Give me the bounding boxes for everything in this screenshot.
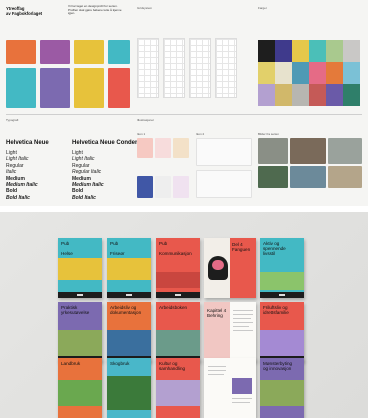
colour-swatch bbox=[292, 62, 309, 84]
book-title: Landbruk bbox=[61, 361, 81, 366]
spread-title: Del 4 Fanguen bbox=[232, 242, 251, 252]
colour-swatch bbox=[309, 40, 326, 62]
book-cover: Kultur og samhandling bbox=[156, 358, 200, 418]
book-cover: Arbeidsliv og dokumentasjon bbox=[107, 302, 151, 362]
mini-cover bbox=[40, 68, 70, 108]
mini-cover bbox=[74, 68, 104, 108]
board-title: Ytreoffag av Fagbokforlaget bbox=[6, 6, 43, 16]
colour-swatch bbox=[309, 62, 326, 84]
book-cover: Pub Kommunikasjon bbox=[156, 238, 200, 298]
colour-swatch bbox=[326, 62, 343, 84]
line-illustration bbox=[196, 170, 252, 198]
mini-cover bbox=[40, 40, 70, 64]
colour-swatch bbox=[343, 84, 360, 106]
book-title: Arbeidsboken bbox=[159, 305, 188, 310]
photo bbox=[328, 166, 362, 188]
spread-title: Kapittel 4 Behring bbox=[207, 308, 227, 318]
colour-label: Farger bbox=[258, 6, 267, 10]
typography-label: Typografi bbox=[6, 118, 19, 122]
colour-swatch bbox=[292, 84, 309, 106]
colour-swatch bbox=[258, 62, 275, 84]
colour-swatch bbox=[258, 40, 275, 62]
illustration-card bbox=[155, 176, 171, 198]
mini-cover bbox=[108, 40, 130, 64]
book-title: Mønsterbyting og innovasjon bbox=[263, 361, 293, 371]
book-cover: Aktiv og spennende livsstil bbox=[260, 238, 304, 298]
grid-sheet bbox=[215, 38, 237, 98]
illustration-label: Illustrasjoner bbox=[137, 118, 155, 122]
mini-cover bbox=[108, 68, 130, 108]
font-weight-sample: Bold Italic bbox=[72, 194, 96, 201]
font-a-name: Helvetica Neue bbox=[6, 140, 49, 146]
photo bbox=[258, 166, 288, 188]
grid-sheet bbox=[189, 38, 211, 98]
icon-1-label: Ikon 1 bbox=[137, 132, 146, 136]
photo bbox=[258, 138, 288, 164]
font-weight-sample: Bold Italic bbox=[6, 194, 30, 201]
colour-palette bbox=[258, 40, 362, 108]
photo bbox=[290, 166, 326, 188]
book-cover: Pub Friseør bbox=[107, 238, 151, 298]
grid-sheet bbox=[163, 38, 185, 98]
illustration-card bbox=[173, 176, 189, 198]
book-title: Arbeidsliv og dokumentasjon bbox=[110, 305, 142, 315]
book-cover: Praktisk yrkesutøvelse bbox=[58, 302, 102, 362]
book-title: Aktiv og spennende livsstil bbox=[263, 241, 286, 256]
book-title: Friluftsliv og idrettsfamilie bbox=[263, 305, 289, 315]
book-spread bbox=[204, 358, 256, 418]
illustration-card bbox=[155, 138, 171, 158]
colour-swatch bbox=[343, 62, 360, 84]
book-cover: Pub Helse bbox=[58, 238, 102, 298]
design-board: Ytreoffag av Fagbokforlaget Vi har laget… bbox=[0, 0, 368, 206]
illustration-card bbox=[173, 138, 189, 158]
book-title: Skogbruk bbox=[110, 361, 130, 366]
line-illustration bbox=[196, 138, 252, 166]
colour-swatch bbox=[343, 40, 360, 62]
illustration-card bbox=[137, 138, 153, 158]
mini-cover bbox=[6, 40, 36, 64]
book-cover: Landbruk bbox=[58, 358, 102, 418]
book-mockup-area: Pub Helse Pub Friseør Pub Kommunikasjon … bbox=[0, 212, 368, 418]
grid-sheet bbox=[137, 38, 159, 98]
colour-swatch bbox=[275, 84, 292, 106]
photo-label: Bilder fra serien bbox=[258, 132, 280, 136]
book-spread: Kapittel 4 Behring bbox=[204, 302, 256, 362]
colour-swatch bbox=[309, 84, 326, 106]
book-cover: Mønsterbyting og innovasjon bbox=[260, 358, 304, 418]
colour-swatch bbox=[275, 62, 292, 84]
colour-swatch bbox=[292, 40, 309, 62]
book-cover: Skogbruk bbox=[107, 358, 151, 418]
book-title: Pub Helse bbox=[61, 241, 73, 256]
photo bbox=[290, 138, 326, 164]
colour-swatch bbox=[326, 40, 343, 62]
grid-label: Gridsystem bbox=[137, 6, 153, 10]
book-title: Kultur og samhandling bbox=[159, 361, 186, 371]
book-cover: Friluftsliv og idrettsfamilie bbox=[260, 302, 304, 362]
photo bbox=[328, 138, 362, 164]
book-title: Pub Friseør bbox=[110, 241, 125, 256]
illustration-card bbox=[137, 176, 153, 198]
book-title: Praktisk yrkesutøvelse bbox=[61, 305, 90, 315]
book-spread: Del 4 Fanguen bbox=[204, 238, 256, 298]
colour-swatch bbox=[275, 40, 292, 62]
book-title: Pub Kommunikasjon bbox=[159, 241, 192, 256]
divider bbox=[6, 114, 362, 115]
mini-cover bbox=[6, 68, 36, 108]
icon-2-label: Ikon 2 bbox=[196, 132, 205, 136]
colour-swatch bbox=[326, 84, 343, 106]
board-intro: Vi har laget en designprofil for serien.… bbox=[68, 4, 122, 16]
mini-cover bbox=[74, 40, 104, 64]
colour-swatch bbox=[258, 84, 275, 106]
book-cover: Arbeidsboken bbox=[156, 302, 200, 362]
